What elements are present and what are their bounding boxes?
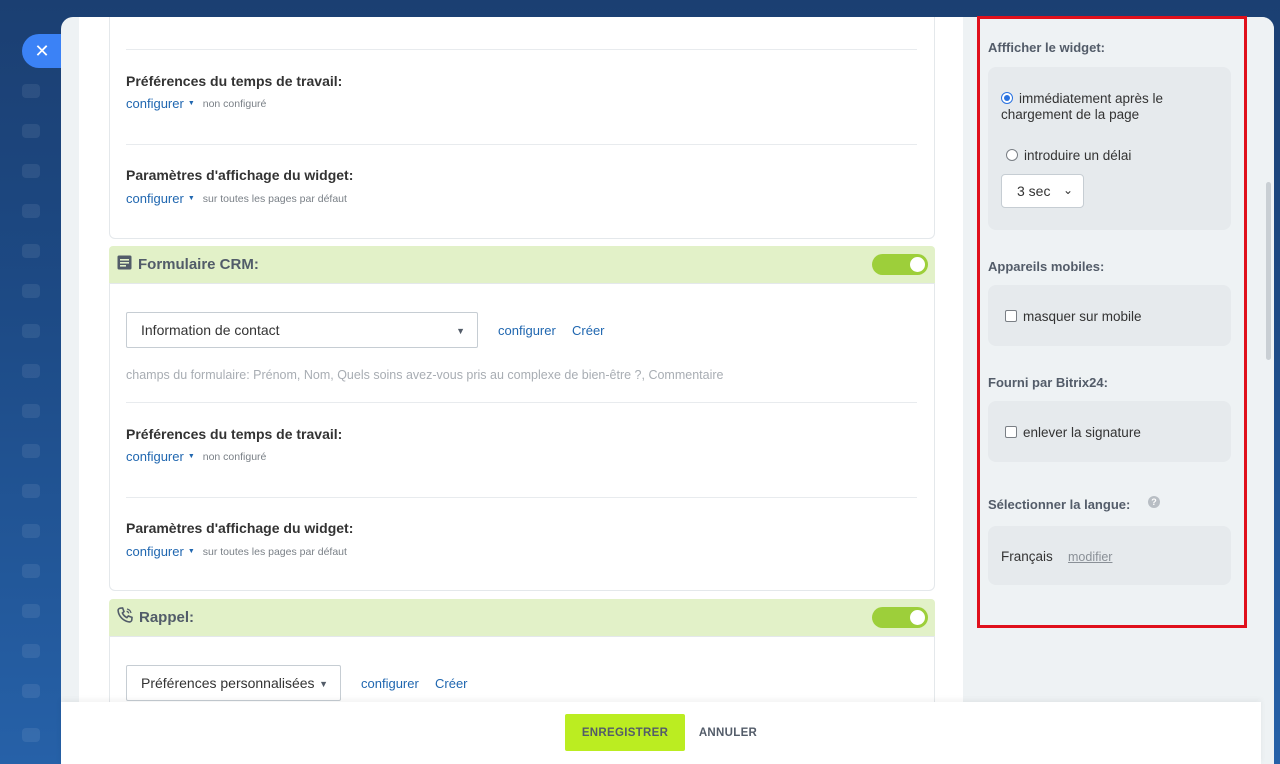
form-icon <box>117 255 132 275</box>
left-rail <box>0 0 62 764</box>
work-time-title: Préférences du temps de travail: <box>126 426 343 442</box>
divider <box>126 49 917 50</box>
rail-icon <box>22 728 40 742</box>
callback-configure-link[interactable]: configurer <box>361 676 419 691</box>
select-value: Information de contact <box>141 322 280 338</box>
rail-icon <box>22 324 40 338</box>
configure-link[interactable]: configurer <box>126 544 184 559</box>
caret-down-icon[interactable]: ▼ <box>188 195 195 202</box>
caret-down-icon[interactable]: ▼ <box>188 548 195 555</box>
configure-link[interactable]: configurer <box>126 191 184 206</box>
config-status: non configuré <box>202 450 267 463</box>
crm-configure-link[interactable]: configurer <box>498 323 556 338</box>
work-time-config: configurer ▼ non configuré <box>126 96 266 111</box>
config-status: non configuré <box>202 97 267 110</box>
dropdown-arrow-icon: ▼ <box>319 679 328 689</box>
crm-form-title: Formulaire CRM: <box>138 256 259 273</box>
callback-create-link[interactable]: Créer <box>435 676 468 691</box>
phone-icon <box>117 607 133 628</box>
rail-icon <box>22 684 40 698</box>
display-settings-config: configurer ▼ sur toutes les pages par dé… <box>126 191 347 206</box>
rail-icon <box>22 124 40 138</box>
rail-icon <box>22 364 40 378</box>
highlight-frame <box>977 16 1247 628</box>
close-icon: ✕ <box>34 40 50 62</box>
callback-title: Rappel: <box>139 609 195 626</box>
footer-bar: ENREGISTRER ANNULER <box>61 702 1261 764</box>
rail-icon <box>22 84 40 98</box>
callback-header: Rappel: <box>109 599 935 636</box>
crm-form-header: Formulaire CRM: <box>109 246 935 283</box>
rail-icon <box>22 644 40 658</box>
config-status: sur toutes les pages par défaut <box>202 545 347 558</box>
work-time-config: configurer ▼ non configuré <box>126 449 266 464</box>
crm-create-link[interactable]: Créer <box>572 323 605 338</box>
rail-icon <box>22 204 40 218</box>
rail-icon <box>22 164 40 178</box>
configure-link[interactable]: configurer <box>126 449 184 464</box>
caret-down-icon[interactable]: ▼ <box>188 453 195 460</box>
rail-icon <box>22 244 40 258</box>
work-time-title: Préférences du temps de travail: <box>126 73 343 89</box>
callback-toggle[interactable] <box>872 607 928 628</box>
save-button[interactable]: ENREGISTRER <box>565 714 685 751</box>
close-button[interactable]: ✕ <box>22 34 62 68</box>
dropdown-arrow-icon: ▼ <box>456 326 465 336</box>
rail-icon <box>22 564 40 578</box>
config-status: sur toutes les pages par défaut <box>202 192 347 205</box>
main-content: Préférences du temps de travail: configu… <box>79 17 963 764</box>
crm-form-toggle[interactable] <box>872 254 928 275</box>
cancel-button[interactable]: ANNULER <box>695 714 761 751</box>
display-settings-title: Paramètres d'affichage du widget: <box>126 167 354 183</box>
rail-icon <box>22 524 40 538</box>
divider <box>126 497 917 498</box>
rail-icon <box>22 284 40 298</box>
display-settings-title: Paramètres d'affichage du widget: <box>126 520 354 536</box>
rail-icon <box>22 604 40 618</box>
rail-icon <box>22 404 40 418</box>
callback-select[interactable]: Préférences personnalisées ▼ <box>126 665 341 701</box>
form-fields-hint: champs du formulaire: Prénom, Nom, Quels… <box>126 368 724 382</box>
configure-link[interactable]: configurer <box>126 96 184 111</box>
divider <box>126 402 917 403</box>
rail-icon <box>22 444 40 458</box>
divider <box>126 144 917 145</box>
display-settings-config: configurer ▼ sur toutes les pages par dé… <box>126 544 347 559</box>
scrollbar[interactable] <box>1266 182 1271 360</box>
rail-icon <box>22 484 40 498</box>
select-value: Préférences personnalisées <box>141 675 315 691</box>
crm-form-select[interactable]: Information de contact ▼ <box>126 312 478 348</box>
caret-down-icon[interactable]: ▼ <box>188 100 195 107</box>
